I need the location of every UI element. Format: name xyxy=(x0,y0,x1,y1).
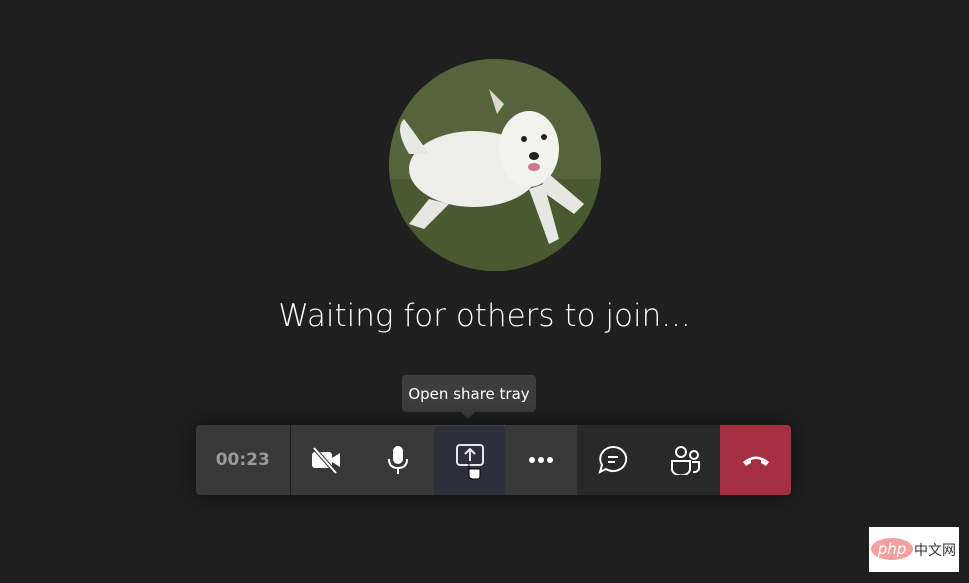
dog-photo xyxy=(389,59,601,271)
leave-call-button[interactable] xyxy=(720,425,791,495)
watermark-logo: php 中文网 xyxy=(869,527,959,572)
hang-up-icon xyxy=(742,456,769,466)
people-icon xyxy=(670,446,700,475)
call-timer: 00:23 xyxy=(196,425,291,495)
video-off-icon xyxy=(312,446,341,474)
camera-toggle-button[interactable] xyxy=(290,425,363,495)
svg-text:中文网: 中文网 xyxy=(914,543,956,559)
svg-text:php: php xyxy=(877,540,907,558)
microphone-icon xyxy=(387,446,408,474)
more-icon xyxy=(529,457,554,463)
share-tooltip: Open share tray xyxy=(402,375,536,419)
avatar xyxy=(389,59,601,271)
chat-icon xyxy=(598,445,628,474)
share-tray-button[interactable] xyxy=(433,425,506,495)
participants-button[interactable] xyxy=(648,425,721,495)
waiting-status-text: Waiting for others to join... xyxy=(278,298,691,334)
share-screen-icon xyxy=(455,444,484,480)
microphone-button[interactable] xyxy=(362,425,434,495)
chat-button[interactable] xyxy=(577,425,649,495)
call-toolbar: 00:23 xyxy=(196,425,791,495)
more-options-button[interactable] xyxy=(505,425,578,495)
